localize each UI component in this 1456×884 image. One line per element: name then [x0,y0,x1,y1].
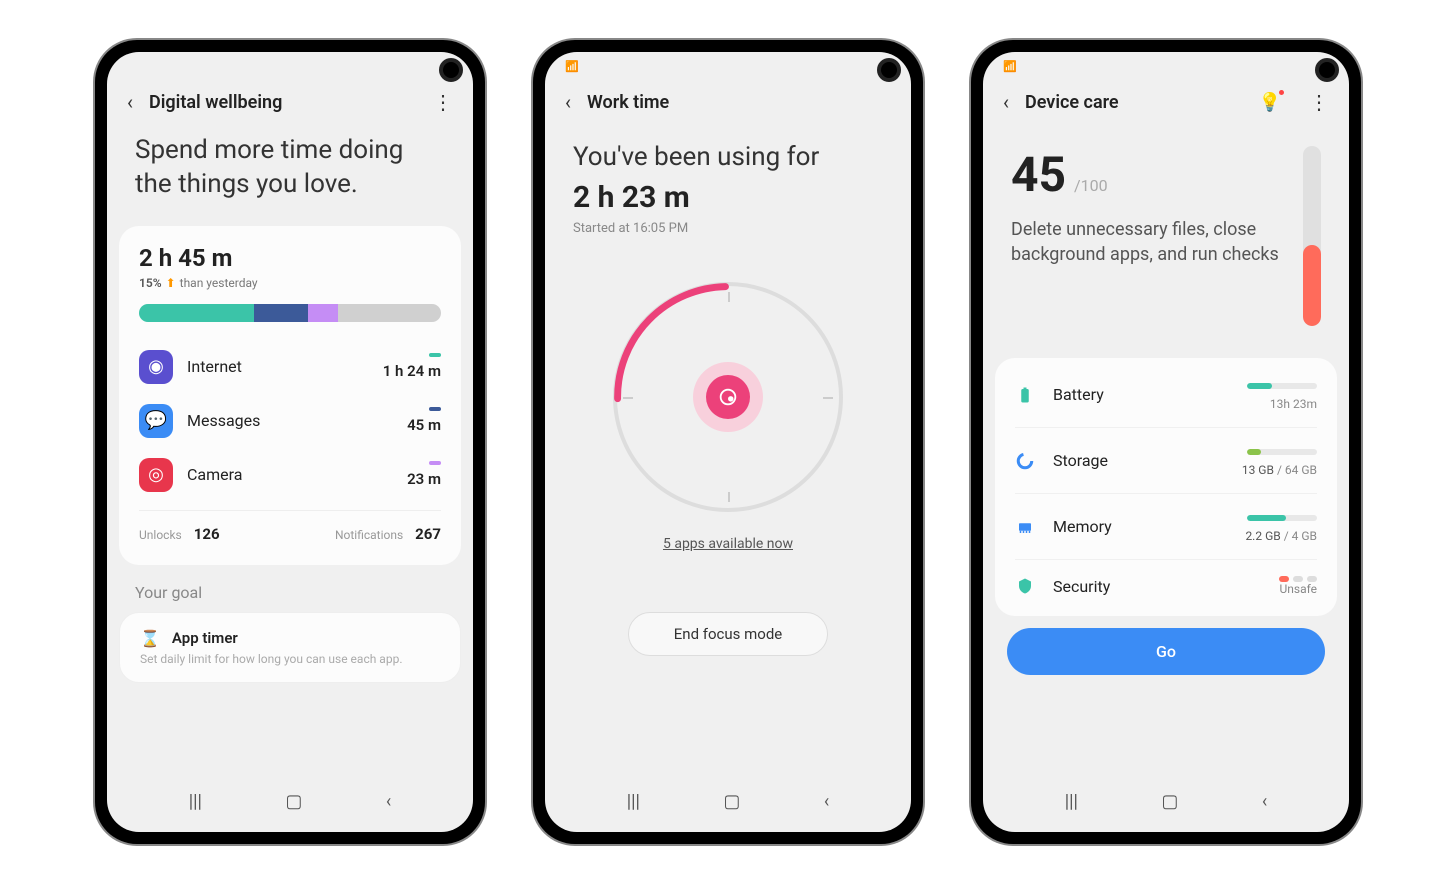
phone-work-time: 📶 ‹ Work time You've been using for 2 h … [533,40,923,844]
score-value: 45 [1011,146,1066,203]
more-icon[interactable]: ⋮ [1309,90,1329,114]
metric-row-security[interactable]: Security Unsafe [1015,560,1317,612]
memory-icon [1015,517,1035,537]
home-button[interactable]: ▢ [723,791,740,812]
metric-value: 13 GB / 64 GB [1242,463,1317,477]
metric-name: Battery [1053,385,1104,404]
tips-icon[interactable]: 💡 [1259,92,1281,113]
status-bar: 📶 [545,52,911,80]
wifi-icon: 📶 [1003,60,1017,73]
metric-value: 2.2 GB / 4 GB [1245,529,1317,543]
hero-section: Spend more time doing the things you lov… [107,118,473,226]
up-arrow-icon: ⬆ [166,276,176,290]
metric-name: Security [1053,577,1110,596]
nav-bar: ||| ▢ ‹ [545,779,911,824]
score-section: 45 /100 Delete unnecessary files, close … [983,118,1349,346]
recents-button[interactable]: ||| [189,791,202,812]
nav-back-button[interactable]: ‹ [386,791,391,812]
status-bar: 📶 [983,52,1349,80]
more-icon[interactable]: ⋮ [433,90,453,114]
app-name: Internet [187,357,242,376]
metrics-card: Battery 13h 23m Storage 13 GB / 64 GB Memory… [995,358,1337,616]
metric-name: Memory [1053,517,1112,536]
status-bar [107,52,473,80]
unlocks-value: 126 [194,525,220,543]
back-icon[interactable]: ‹ [127,90,133,114]
stats-row: Unlocks 126 Notifications 267 [139,510,441,547]
total-screen-time: 2 h 45 m [139,244,441,272]
app-timer-card[interactable]: ⌛ App timer Set daily limit for how long… [119,612,461,683]
notifications-value: 267 [415,525,441,543]
hourglass-icon: ⌛ [140,629,160,648]
goal-section-title: Your goal [107,565,473,612]
unlocks-label: Unlocks [139,528,182,542]
app-row-camera[interactable]: ◎ Camera 23 m [139,448,441,502]
app-time: 23 m [407,470,441,488]
battery-icon [1015,385,1035,405]
hero-section: You've been using for 2 h 23 m Started a… [545,118,911,242]
notifications-label: Notifications [335,528,403,542]
metric-bar [1247,383,1317,389]
hero-title: You've been using for [573,142,883,172]
nav-bar: ||| ▢ ‹ [983,779,1349,824]
metric-row-storage[interactable]: Storage 13 GB / 64 GB [1015,428,1317,494]
recents-button[interactable]: ||| [1065,791,1078,812]
app-name: Messages [187,411,260,430]
metric-bar [1247,449,1317,455]
wifi-icon: 📶 [565,60,579,73]
nav-back-button[interactable]: ‹ [824,791,829,812]
recents-button[interactable]: ||| [627,791,640,812]
app-time: 1 h 24 m [383,362,441,380]
compare-row: 15% ⬆ than yesterday [139,276,441,290]
hero-text: Spend more time doing the things you lov… [135,134,445,202]
metric-row-battery[interactable]: Battery 13h 23m [1015,362,1317,428]
usage-bar [139,304,441,322]
header: ‹ Digital wellbeing ⋮ [107,80,473,118]
end-focus-button[interactable]: End focus mode [628,612,828,656]
metric-value: 13h 23m [1247,397,1317,411]
camera-hole [439,58,463,82]
focus-clock [613,282,843,512]
home-button[interactable]: ▢ [1161,791,1178,812]
camera-hole [877,58,901,82]
camera-hole [1315,58,1339,82]
usage-card[interactable]: 2 h 45 m 15% ⬆ than yesterday ◉ Internet 1… [119,226,461,565]
home-button[interactable]: ▢ [285,791,302,812]
started-at: Started at 16:05 PM [573,221,883,236]
metric-bar [1247,515,1317,521]
camera-app-icon: ◎ [139,458,173,492]
score-max: /100 [1074,176,1108,195]
nav-back-button[interactable]: ‹ [1262,791,1267,812]
header: ‹ Work time [545,80,911,118]
nav-bar: ||| ▢ ‹ [107,779,473,824]
back-icon[interactable]: ‹ [565,90,571,114]
back-icon[interactable]: ‹ [1003,90,1009,114]
metric-row-memory[interactable]: Memory 2.2 GB / 4 GB [1015,494,1317,560]
app-row-internet[interactable]: ◉ Internet 1 h 24 m [139,340,441,394]
metric-name: Storage [1053,451,1108,470]
phone-digital-wellbeing: ‹ Digital wellbeing ⋮ Spend more time do… [95,40,485,844]
phone-device-care: 📶 ‹ Device care 💡 ⋮ 45 /100 Delete unnec… [971,40,1361,844]
page-title: Device care [1025,92,1119,113]
page-title: Digital wellbeing [149,92,282,113]
score-description: Delete unnecessary files, close backgrou… [1011,217,1283,267]
storage-icon [1015,451,1035,471]
app-name: Camera [187,465,242,484]
goal-title: App timer [172,629,238,647]
app-time: 45 m [407,416,441,434]
metric-value: Unsafe [1279,582,1317,596]
page-title: Work time [587,92,669,113]
go-button[interactable]: Go [1007,628,1325,675]
internet-app-icon: ◉ [139,350,173,384]
messages-app-icon: 💬 [139,404,173,438]
usage-time: 2 h 23 m [573,180,883,215]
app-row-messages[interactable]: 💬 Messages 45 m [139,394,441,448]
score-bar [1303,146,1321,326]
available-apps-link[interactable]: 5 apps available now [663,536,793,552]
header: ‹ Device care 💡 ⋮ [983,80,1349,118]
security-icon [1015,576,1035,596]
goal-subtitle: Set daily limit for how long you can use… [140,652,440,666]
